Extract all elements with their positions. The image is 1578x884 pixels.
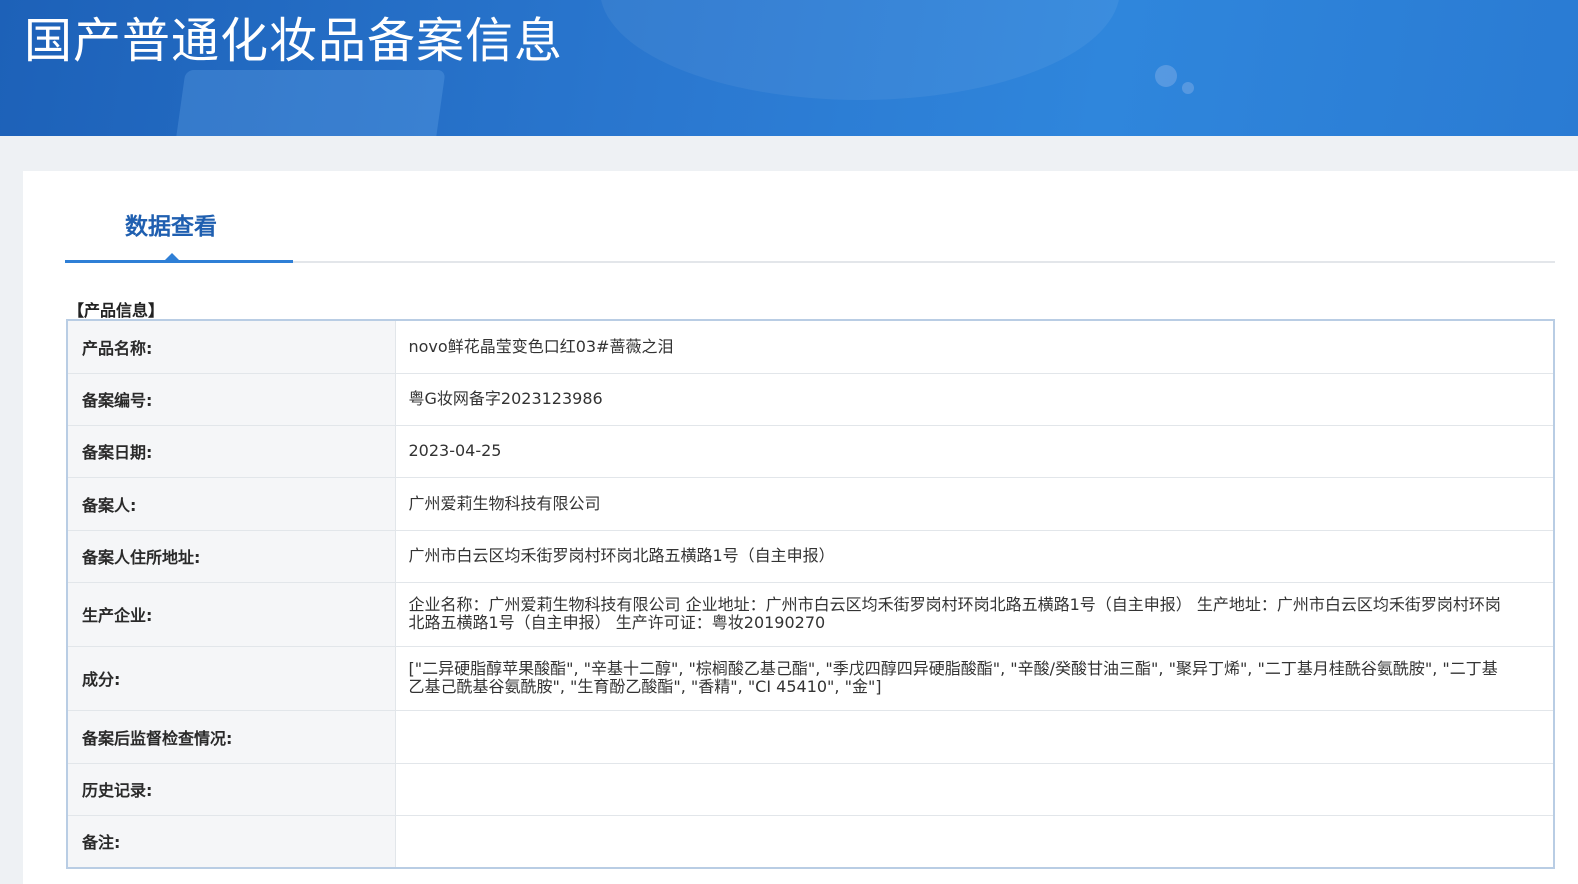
row-label: 成分: <box>67 646 396 711</box>
row-label: 产品名称: <box>67 320 396 374</box>
banner-dot <box>1182 82 1194 94</box>
table-row: 备案人住所地址: 广州市白云区均禾街罗岗村环岗北路五横路1号（自主申报） <box>67 530 1554 583</box>
page-title: 国产普通化妆品备案信息 <box>24 13 564 69</box>
table-row: 成分: ["二异硬脂醇苹果酸酯", "辛基十二醇", "棕榈酸乙基己酯", "季… <box>67 646 1554 711</box>
tab-bar: 数据查看 <box>65 171 1555 263</box>
row-value: 2023-04-25 <box>395 425 1554 478</box>
row-label: 备案人住所地址: <box>67 530 396 583</box>
banner-decoration <box>600 0 1120 100</box>
row-value <box>395 710 1554 764</box>
header-banner: 国产普通化妆品备案信息 <box>0 0 1578 136</box>
row-label: 历史记录: <box>67 763 396 816</box>
row-value: 广州爱莉生物科技有限公司 <box>395 477 1554 531</box>
table-row: 备案编号: 粤G妆网备字2023123986 <box>67 373 1554 426</box>
row-label: 备案后监督检查情况: <box>67 710 396 764</box>
table-row: 生产企业: 企业名称：广州爱莉生物科技有限公司 企业地址：广州市白云区均禾街罗岗… <box>67 582 1554 647</box>
row-value: 广州市白云区均禾街罗岗村环岗北路五横路1号（自主申报） <box>395 530 1554 583</box>
banner-dot <box>1155 65 1177 87</box>
content-panel: 数据查看 【产品信息】 产品名称: novo鲜花晶莹变色口红03#蔷薇之泪 备案… <box>23 171 1578 884</box>
tab-data-view[interactable]: 数据查看 <box>65 171 293 263</box>
table-row: 备案日期: 2023-04-25 <box>67 425 1554 478</box>
row-value: novo鲜花晶莹变色口红03#蔷薇之泪 <box>395 320 1554 374</box>
row-label: 备案人: <box>67 477 396 531</box>
row-value: 粤G妆网备字2023123986 <box>395 373 1554 426</box>
table-row: 历史记录: <box>67 763 1554 816</box>
tab-label: 数据查看 <box>125 214 217 240</box>
product-info-table: 产品名称: novo鲜花晶莹变色口红03#蔷薇之泪 备案编号: 粤G妆网备字20… <box>66 319 1555 869</box>
table-row: 备案后监督检查情况: <box>67 710 1554 764</box>
row-value: 企业名称：广州爱莉生物科技有限公司 企业地址：广州市白云区均禾街罗岗村环岗北路五… <box>395 582 1554 647</box>
row-label: 备案编号: <box>67 373 396 426</box>
row-label: 生产企业: <box>67 582 396 647</box>
table-row: 备注: <box>67 815 1554 869</box>
table-row: 备案人: 广州爱莉生物科技有限公司 <box>67 477 1554 531</box>
banner-decoration <box>174 70 446 136</box>
row-value: ["二异硬脂醇苹果酸酯", "辛基十二醇", "棕榈酸乙基己酯", "季戊四醇四… <box>395 646 1554 711</box>
section-title: 【产品信息】 <box>68 301 165 320</box>
caret-up-icon <box>165 253 179 260</box>
row-label: 备注: <box>67 815 396 869</box>
row-label: 备案日期: <box>67 425 396 478</box>
row-value <box>395 815 1554 869</box>
row-value <box>395 763 1554 816</box>
table-row: 产品名称: novo鲜花晶莹变色口红03#蔷薇之泪 <box>67 320 1554 374</box>
